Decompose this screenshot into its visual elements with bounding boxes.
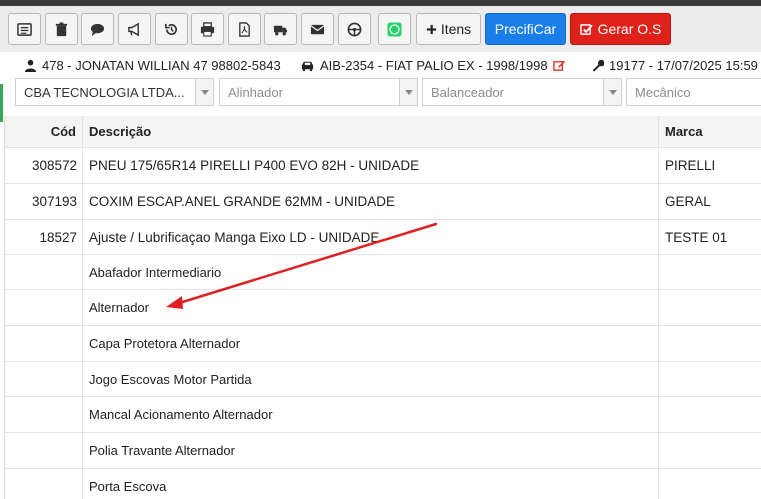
cell-cod	[5, 362, 83, 396]
cell-marca	[659, 397, 761, 432]
precificar-label: PrecifiCar	[494, 21, 557, 37]
precificar-button[interactable]: PrecifiCar	[485, 13, 566, 45]
cell-cod	[5, 326, 83, 361]
steering-button[interactable]	[338, 13, 371, 45]
history-button[interactable]	[155, 13, 188, 45]
cell-marca: GERAL	[665, 194, 711, 209]
mecanico-placeholder: Mecânico	[635, 84, 691, 100]
truck-icon	[273, 25, 288, 35]
whatsapp-button[interactable]	[378, 13, 411, 45]
order-text: 19177 - 17/07/2025 15:59	[609, 58, 758, 73]
cell-descricao: Ajuste / Lubrificaçao Manga Eixo LD - UN…	[83, 220, 659, 254]
balanceador-placeholder: Balanceador	[431, 84, 504, 100]
delivery-button[interactable]	[264, 13, 297, 45]
table-row[interactable]: 308572 PNEU 175/65R14 PIRELLI P400 EVO 8…	[5, 148, 761, 184]
table-row[interactable]: Capa Protetora Alternador	[5, 326, 761, 362]
cell-marca: PIRELLI	[665, 158, 716, 173]
chevron-down-icon	[399, 79, 417, 105]
column-header-cod[interactable]: Cód	[5, 116, 83, 147]
cell-descricao: Polia Travante Alternador	[83, 433, 659, 468]
cell-marca	[659, 362, 761, 396]
comment-icon	[90, 23, 105, 36]
envelope-icon	[310, 24, 325, 34]
cell-descricao: Abafador Intermediario	[83, 255, 659, 289]
cell-descricao: Jogo Escovas Motor Partida	[83, 362, 659, 396]
cell-cod	[5, 469, 83, 499]
cell-cod	[5, 433, 83, 468]
cell-cod	[5, 397, 83, 432]
items-table: Cód Descrição Marca 308572 PNEU 175/65R1…	[4, 116, 761, 499]
history-icon	[165, 23, 177, 35]
checkbox-check-icon	[579, 23, 593, 35]
plus-icon	[426, 24, 436, 34]
column-header-marca[interactable]: Marca	[659, 116, 761, 147]
cell-descricao: Alternador	[83, 290, 659, 325]
client-info: 478 - JONATAN WILLIAN 47 98802-5843	[24, 58, 281, 73]
print-icon	[200, 21, 215, 37]
trash-icon	[55, 21, 68, 36]
table-row[interactable]: Jogo Escovas Motor Partida	[5, 362, 761, 397]
table-row[interactable]: Abafador Intermediario	[5, 255, 761, 290]
toolbar: Itens PrecifiCar Gerar O.S	[0, 6, 761, 52]
add-items-button[interactable]: Itens	[416, 13, 481, 45]
chevron-down-icon	[195, 79, 213, 105]
car-icon	[301, 61, 314, 72]
company-select-value: CBA TECNOLOGIA LTDA...	[24, 84, 185, 100]
cell-cod: 307193	[5, 184, 83, 219]
table-row[interactable]: Alternador	[5, 290, 761, 326]
client-text: 478 - JONATAN WILLIAN 47 98802-5843	[42, 58, 281, 73]
whatsapp-icon	[387, 21, 402, 37]
cell-marca	[659, 255, 761, 289]
generate-os-button[interactable]: Gerar O.S	[570, 13, 671, 45]
table-row[interactable]: Polia Travante Alternador	[5, 433, 761, 469]
table-row[interactable]: Porta Escova	[5, 469, 761, 499]
chevron-down-icon	[603, 79, 621, 105]
megaphone-icon	[128, 22, 139, 36]
cell-marca	[659, 433, 761, 468]
cell-descricao: Porta Escova	[83, 469, 659, 499]
cell-marca: TESTE 01	[665, 230, 728, 245]
table-row[interactable]: Mancal Acionamento Alternador	[5, 397, 761, 433]
table-header: Cód Descrição Marca	[5, 116, 761, 148]
cell-descricao: Mancal Acionamento Alternador	[83, 397, 659, 432]
comment-button[interactable]	[81, 13, 114, 45]
pdf-icon	[239, 21, 250, 37]
user-icon	[24, 59, 37, 72]
cell-descricao: Capa Protetora Alternador	[83, 326, 659, 361]
cell-descricao: PNEU 175/65R14 PIRELLI P400 EVO 82H - UN…	[83, 148, 659, 183]
cell-cod: 18527	[5, 220, 83, 254]
mecanico-select[interactable]: Mecânico	[626, 78, 761, 106]
table-row[interactable]: 18527 Ajuste / Lubrificaçao Manga Eixo L…	[5, 220, 761, 255]
alinhador-select[interactable]: Alinhador	[219, 78, 418, 106]
filters-row: CBA TECNOLOGIA LTDA... Alinhador Balance…	[0, 78, 761, 106]
email-button[interactable]	[301, 13, 334, 45]
list-button[interactable]	[8, 13, 41, 45]
order-info: 19177 - 17/07/2025 15:59	[591, 58, 758, 73]
order-info-bar: 478 - JONATAN WILLIAN 47 98802-5843 AIB-…	[0, 58, 761, 76]
add-items-label: Itens	[440, 21, 472, 37]
vehicle-text: AIB-2354 - FIAT PALIO EX - 1998/1998	[320, 58, 548, 73]
cell-cod	[5, 290, 83, 325]
cell-marca	[659, 290, 761, 325]
steering-wheel-icon	[347, 22, 362, 36]
wrench-icon	[592, 59, 604, 72]
cell-marca	[659, 469, 761, 499]
alinhador-placeholder: Alinhador	[228, 84, 283, 100]
cell-cod	[5, 255, 83, 289]
cell-marca	[659, 326, 761, 361]
delete-button[interactable]	[45, 13, 78, 45]
company-select[interactable]: CBA TECNOLOGIA LTDA...	[15, 78, 214, 106]
list-icon	[17, 22, 32, 36]
cell-cod: 308572	[5, 148, 83, 183]
column-header-descricao[interactable]: Descrição	[83, 116, 659, 147]
edit-icon[interactable]	[552, 59, 566, 72]
vehicle-info: AIB-2354 - FIAT PALIO EX - 1998/1998	[300, 58, 566, 73]
cell-descricao: COXIM ESCAP.ANEL GRANDE 62MM - UNIDADE	[83, 184, 659, 219]
announce-button[interactable]	[118, 13, 151, 45]
pdf-button[interactable]	[228, 13, 261, 45]
balanceador-select[interactable]: Balanceador	[422, 78, 622, 106]
table-row[interactable]: 307193 COXIM ESCAP.ANEL GRANDE 62MM - UN…	[5, 184, 761, 220]
print-button[interactable]	[191, 13, 224, 45]
generate-os-label: Gerar O.S	[597, 21, 662, 37]
